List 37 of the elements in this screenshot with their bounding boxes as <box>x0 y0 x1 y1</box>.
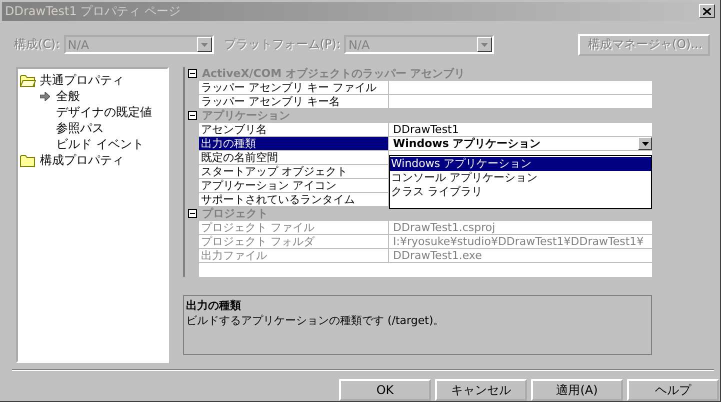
dialog-button[interactable]: 適用(A) <box>531 379 623 401</box>
tree-item[interactable]: デザイナの既定値 <box>56 104 152 120</box>
property-value[interactable]: DDrawTest1 <box>389 123 652 136</box>
platform-label: プラットフォーム(P): <box>224 36 340 54</box>
configuration-label: 構成(C): <box>14 36 60 54</box>
tree-item[interactable]: ビルド イベント <box>56 136 144 152</box>
dropdown-arrow-icon <box>642 142 648 146</box>
property-name[interactable]: サポートされているランタイム <box>199 193 389 206</box>
tree-item[interactable]: 構成プロパティ <box>40 152 124 168</box>
dropdown-arrow-icon <box>481 42 488 47</box>
property-name[interactable]: スタートアップ オブジェクト <box>199 165 389 178</box>
property-name[interactable]: ラッパー アセンブリ キー名 <box>199 95 389 108</box>
close-icon <box>703 8 711 15</box>
collapse-icon[interactable] <box>188 69 196 78</box>
property-name[interactable]: ラッパー アセンブリ キー ファイル <box>199 81 389 94</box>
description-title: 出力の種類 <box>186 298 242 313</box>
close-button[interactable] <box>699 4 715 18</box>
collapse-icon[interactable] <box>188 209 196 218</box>
dropdown-arrow-icon <box>200 42 208 47</box>
property-value[interactable]: Windows アプリケーション <box>389 137 652 150</box>
collapse-icon[interactable] <box>188 111 196 120</box>
dialog-button[interactable]: ヘルプ <box>627 379 719 401</box>
property-name[interactable]: アセンブリ名 <box>199 123 389 136</box>
tree-item[interactable]: 共通プロパティ <box>40 72 124 88</box>
dialog-button[interactable]: キャンセル <box>435 379 527 401</box>
dropdown-option[interactable]: Windows アプリケーション <box>390 157 651 171</box>
property-name[interactable]: 既定の名前空間 <box>199 151 389 164</box>
window-title: DDrawTest1 プロパティ ページ <box>5 2 180 20</box>
tree-item[interactable]: 参照パス <box>56 120 104 136</box>
description-text: ビルドするアプリケーションの種類です (/target)。 <box>186 313 446 328</box>
category-title: プロジェクト <box>201 206 268 221</box>
category-title: アプリケーション <box>201 108 290 123</box>
tree-item[interactable]: 全般 <box>56 88 80 104</box>
dialog-button[interactable]: OK <box>339 379 431 401</box>
property-name[interactable]: 出力の種類 <box>199 137 389 150</box>
property-name[interactable]: アプリケーション アイコン <box>199 179 389 192</box>
category-title: ActiveX/COM オブジェクトのラッパー アセンブリ <box>201 66 466 81</box>
